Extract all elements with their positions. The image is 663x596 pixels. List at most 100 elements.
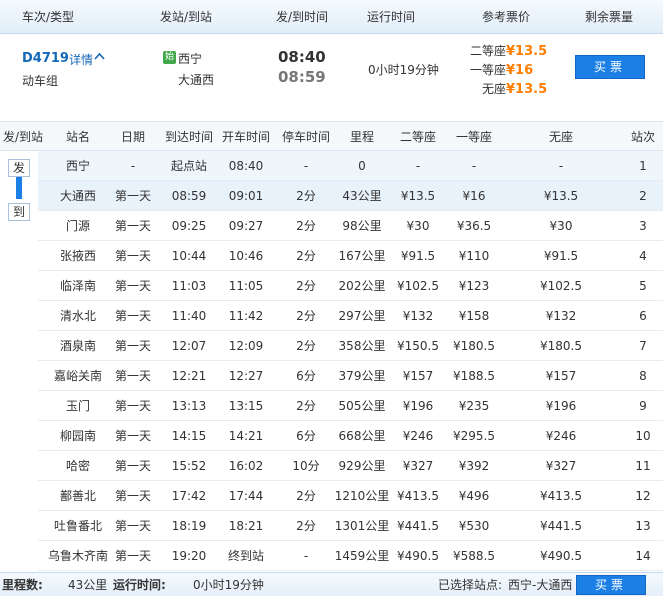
table-row[interactable]: 柳园南 第一天 14:15 14:21 6分 668公里 ¥246 ¥295.5 ¥246 10 bbox=[38, 421, 663, 451]
chevron-up-icon[interactable] bbox=[94, 51, 105, 65]
stop-index: 13 bbox=[635, 519, 651, 533]
stop-noseat: ¥180.5 bbox=[540, 339, 582, 353]
table-row[interactable]: 大通西 第一天 08:59 09:01 2分 43公里 ¥13.5 ¥16 ¥13.5 2 bbox=[38, 181, 663, 211]
stop-date: 第一天 bbox=[114, 309, 152, 323]
price-no-seat: 无座¥13.5 bbox=[482, 82, 548, 97]
stop-wait: 2分 bbox=[296, 309, 316, 323]
stop-wait: 2分 bbox=[296, 339, 316, 353]
stop-first: ¥496 bbox=[458, 489, 490, 503]
stop-wait: 2分 bbox=[296, 399, 316, 413]
stop-mileage: 668公里 bbox=[338, 429, 386, 443]
selected-value: 西宁-大通西 bbox=[508, 578, 573, 592]
stop-station: 哈密 bbox=[65, 459, 91, 473]
stop-arrive: 12:07 bbox=[171, 339, 207, 353]
stop-date: 第一天 bbox=[114, 459, 152, 473]
stop-noseat: ¥413.5 bbox=[540, 489, 582, 503]
table-row[interactable]: 嘉峪关南 第一天 12:21 12:27 6分 379公里 ¥157 ¥188.5 ¥157 8 bbox=[38, 361, 663, 391]
th-first: 一等座 bbox=[455, 130, 493, 144]
stop-mileage: 0 bbox=[358, 159, 366, 173]
table-row[interactable]: 门源 第一天 09:25 09:27 2分 98公里 ¥30 ¥36.5 ¥30 3 bbox=[38, 211, 663, 241]
table-row[interactable]: 清水北 第一天 11:40 11:42 2分 297公里 ¥132 ¥158 ¥132 6 bbox=[38, 301, 663, 331]
stop-noseat: ¥441.5 bbox=[540, 519, 582, 533]
stop-wait: 2分 bbox=[296, 249, 316, 263]
stop-date: 第一天 bbox=[114, 339, 152, 353]
stop-arrive: 15:52 bbox=[171, 459, 207, 473]
stop-depart: 10:46 bbox=[228, 249, 264, 263]
stop-arrive: 09:25 bbox=[171, 219, 207, 233]
selected-label: 已选择站点: bbox=[438, 578, 503, 592]
stop-depart: 17:44 bbox=[228, 489, 264, 503]
results-header: 车次/类型 发站/到站 发/到时间 运行时间 参考票价 剩余票量 bbox=[0, 0, 663, 34]
stop-arrive: 12:21 bbox=[171, 369, 207, 383]
train-code[interactable]: D4719 bbox=[22, 51, 69, 66]
stop-second: ¥490.5 bbox=[397, 549, 439, 563]
stop-depart: 11:05 bbox=[228, 279, 264, 293]
stop-arrive: 17:42 bbox=[171, 489, 207, 503]
stop-depart: 18:21 bbox=[228, 519, 264, 533]
stop-mileage: 1210公里 bbox=[334, 489, 390, 503]
runtime-label: 运行时间: bbox=[113, 578, 166, 592]
origin-badge: 始 bbox=[163, 51, 176, 64]
stop-second: ¥132 bbox=[402, 309, 434, 323]
range-bar[interactable] bbox=[16, 177, 22, 199]
stop-second: ¥246 bbox=[402, 429, 434, 443]
stop-wait: 2分 bbox=[296, 219, 316, 233]
stop-mileage: 379公里 bbox=[338, 369, 386, 383]
stop-depart: 13:15 bbox=[228, 399, 264, 413]
th-station: 站名 bbox=[65, 130, 91, 144]
stop-mileage: 43公里 bbox=[342, 189, 382, 203]
stop-wait: - bbox=[303, 159, 309, 173]
table-row[interactable]: 吐鲁番北 第一天 18:19 18:21 2分 1301公里 ¥441.5 ¥530 ¥441.… bbox=[38, 511, 663, 541]
stop-mileage: 358公里 bbox=[338, 339, 386, 353]
stop-first: ¥588.5 bbox=[453, 549, 495, 563]
table-row[interactable]: 乌鲁木齐南 第一天 19:20 终到站 - 1459公里 ¥490.5 ¥588.5 ¥490.… bbox=[38, 541, 663, 571]
stop-second: ¥30 bbox=[406, 219, 430, 233]
stop-date: 第一天 bbox=[114, 369, 152, 383]
table-row[interactable]: 哈密 第一天 15:52 16:02 10分 929公里 ¥327 ¥392 ¥327 11 bbox=[38, 451, 663, 481]
stop-mileage: 202公里 bbox=[338, 279, 386, 293]
table-row[interactable]: 鄯善北 第一天 17:42 17:44 2分 1210公里 ¥413.5 ¥496 ¥413.5… bbox=[38, 481, 663, 511]
stop-date: 第一天 bbox=[114, 279, 152, 293]
stop-first: ¥188.5 bbox=[453, 369, 495, 383]
stop-index: 5 bbox=[639, 279, 647, 293]
stop-first: ¥16 bbox=[462, 189, 486, 203]
stop-mileage: 505公里 bbox=[338, 399, 386, 413]
table-row[interactable]: 西宁 - 起点站 08:40 - 0 - - - 1 bbox=[38, 151, 663, 181]
stop-date: 第一天 bbox=[114, 189, 152, 203]
th-mileage: 里程 bbox=[349, 130, 375, 144]
arrive-marker[interactable]: 到 bbox=[8, 203, 30, 221]
stop-wait: 2分 bbox=[296, 519, 316, 533]
stop-station: 酒泉南 bbox=[59, 339, 97, 353]
col-train-type: 车次/类型 bbox=[22, 10, 75, 24]
stop-index: 12 bbox=[635, 489, 651, 503]
stop-noseat: ¥102.5 bbox=[540, 279, 582, 293]
th-marker: 发/到站 bbox=[2, 130, 44, 144]
stop-index: 11 bbox=[635, 459, 651, 473]
stop-index: 14 bbox=[635, 549, 651, 563]
table-row[interactable]: 酒泉南 第一天 12:07 12:09 2分 358公里 ¥150.5 ¥180.5 ¥180.… bbox=[38, 331, 663, 361]
stop-index: 8 bbox=[639, 369, 647, 383]
stop-second: ¥327 bbox=[402, 459, 434, 473]
stop-first: - bbox=[471, 159, 477, 173]
buy-ticket-button[interactable]: 买票 bbox=[575, 55, 645, 79]
runtime-value: 0小时19分钟 bbox=[193, 578, 264, 592]
table-row[interactable]: 张掖西 第一天 10:44 10:46 2分 167公里 ¥91.5 ¥110 ¥91.5 4 bbox=[38, 241, 663, 271]
stop-date: 第一天 bbox=[114, 429, 152, 443]
stop-depart: 16:02 bbox=[228, 459, 264, 473]
stop-depart: 12:27 bbox=[228, 369, 264, 383]
stop-arrive: 08:59 bbox=[171, 189, 207, 203]
table-row[interactable]: 玉门 第一天 13:13 13:15 2分 505公里 ¥196 ¥235 ¥196 9 bbox=[38, 391, 663, 421]
stop-second: ¥102.5 bbox=[397, 279, 439, 293]
table-row[interactable]: 临泽南 第一天 11:03 11:05 2分 202公里 ¥102.5 ¥123 ¥102.5 5 bbox=[38, 271, 663, 301]
th-stop: 停车时间 bbox=[281, 130, 331, 144]
footer-buy-button[interactable]: 买票 bbox=[576, 575, 646, 595]
stop-station: 西宁 bbox=[65, 159, 91, 173]
stop-wait: 2分 bbox=[296, 189, 316, 203]
stop-depart: 08:40 bbox=[228, 159, 264, 173]
stop-second: - bbox=[415, 159, 421, 173]
depart-marker[interactable]: 发 bbox=[8, 159, 30, 177]
detail-link[interactable]: 详情 bbox=[69, 51, 93, 68]
stop-wait: 6分 bbox=[296, 369, 316, 383]
stop-second: ¥413.5 bbox=[397, 489, 439, 503]
stop-mileage: 1301公里 bbox=[334, 519, 390, 533]
